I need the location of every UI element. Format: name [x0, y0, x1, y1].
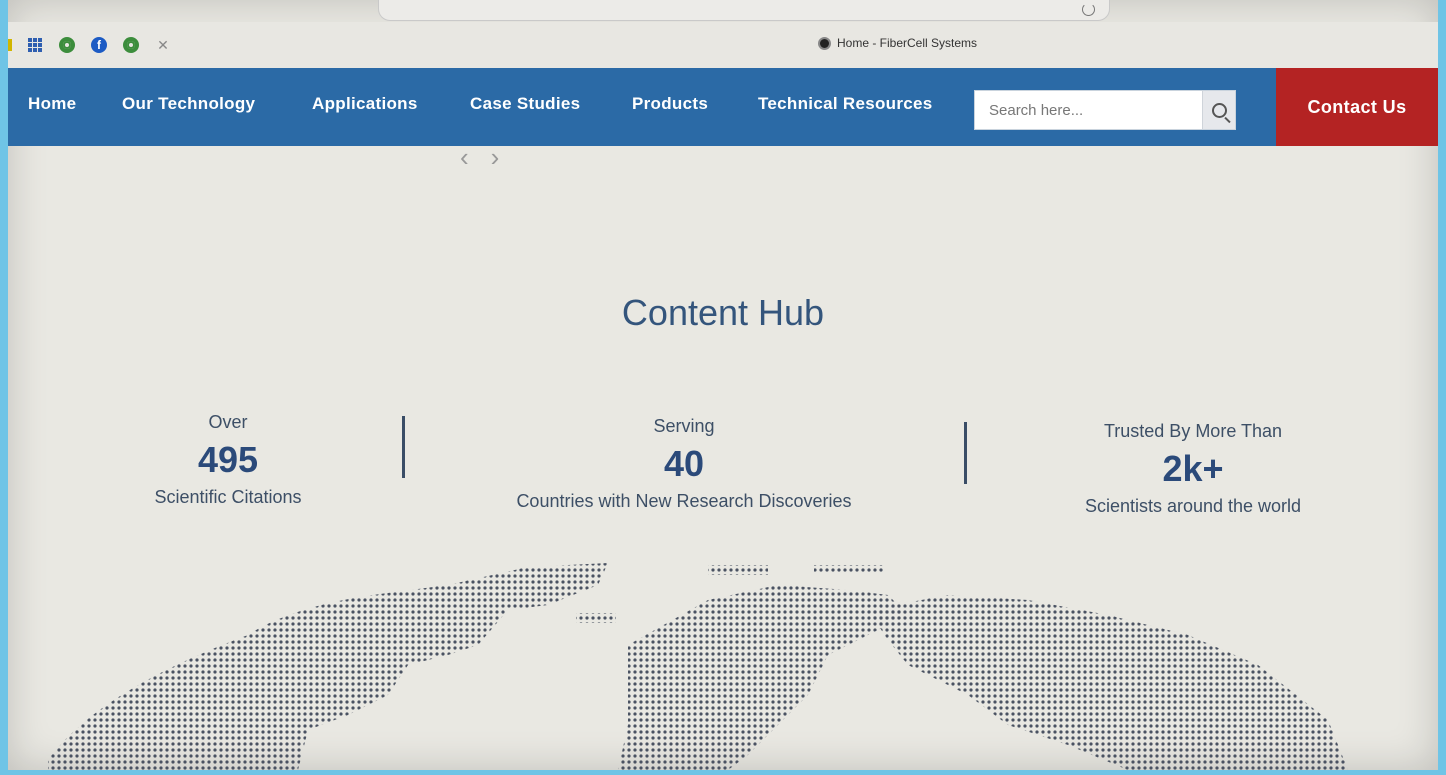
main-nav: Home Our Technology Applications Case St… — [8, 68, 1438, 146]
stat-citations: Over 495 Scientific Citations — [128, 412, 328, 508]
tab-title: Home - FiberCell Systems — [837, 36, 978, 50]
extension-icon-2[interactable] — [122, 36, 140, 54]
stat-countries: Serving 40 Countries with New Research D… — [474, 416, 894, 512]
carousel-prev-icon[interactable]: ‹ — [460, 142, 469, 173]
stat-suffix: Scientific Citations — [154, 487, 302, 507]
apps-grid-icon[interactable] — [26, 36, 44, 54]
dotted-world-map — [48, 563, 1348, 770]
map-island — [814, 565, 884, 573]
stat-value: 2k+ — [1162, 448, 1224, 489]
site-favicon-icon — [818, 36, 831, 50]
stat-value: 495 — [197, 439, 259, 480]
nav-home[interactable]: Home — [28, 94, 76, 114]
map-landmass-west — [48, 563, 608, 770]
page-title: Content Hub — [621, 292, 825, 333]
stat-value: 40 — [663, 443, 705, 484]
map-landmass-center — [618, 585, 908, 770]
map-landmass-east — [868, 595, 1348, 770]
reload-icon[interactable] — [1082, 3, 1095, 16]
close-tab-icon[interactable]: ✕ — [154, 36, 172, 54]
search-button[interactable] — [1202, 91, 1235, 129]
nav-technical-resources[interactable]: Technical Resources — [758, 94, 933, 114]
map-island — [708, 565, 768, 575]
map-island — [576, 613, 616, 623]
extension-icon[interactable] — [58, 36, 76, 54]
stat-suffix: Scientists around the world — [1084, 496, 1302, 516]
tab-strip: f ✕ Home - FiberCell Systems — [8, 22, 1438, 68]
stat-prefix: Over — [208, 412, 248, 432]
carousel-next-icon[interactable]: › — [491, 142, 500, 173]
address-bar[interactable] — [378, 0, 1110, 21]
bookmark-edge-icon — [8, 39, 12, 51]
stat-divider — [964, 422, 967, 484]
nav-applications[interactable]: Applications — [312, 94, 418, 114]
stat-divider — [402, 416, 405, 478]
stat-prefix: Trusted By More Than — [1103, 421, 1283, 441]
stat-scientists: Trusted By More Than 2k+ Scientists arou… — [1038, 421, 1348, 517]
nav-products[interactable]: Products — [632, 94, 708, 114]
pinned-tabs: f ✕ — [8, 36, 172, 54]
search-icon — [1211, 102, 1227, 118]
search-input[interactable] — [975, 91, 1202, 129]
facebook-icon[interactable]: f — [90, 36, 108, 54]
stat-prefix: Serving — [653, 416, 715, 436]
nav-case-studies[interactable]: Case Studies — [470, 94, 580, 114]
nav-our-technology[interactable]: Our Technology — [122, 94, 255, 114]
stat-suffix: Countries with New Research Discoveries — [516, 491, 852, 511]
search-box — [974, 90, 1236, 130]
active-tab[interactable]: Home - FiberCell Systems — [818, 36, 977, 50]
browser-window: f ✕ Home - FiberCell Systems Home Our Te… — [8, 0, 1438, 770]
carousel-controls: ‹ › — [460, 142, 499, 173]
contact-us-button[interactable]: Contact Us — [1276, 68, 1438, 146]
